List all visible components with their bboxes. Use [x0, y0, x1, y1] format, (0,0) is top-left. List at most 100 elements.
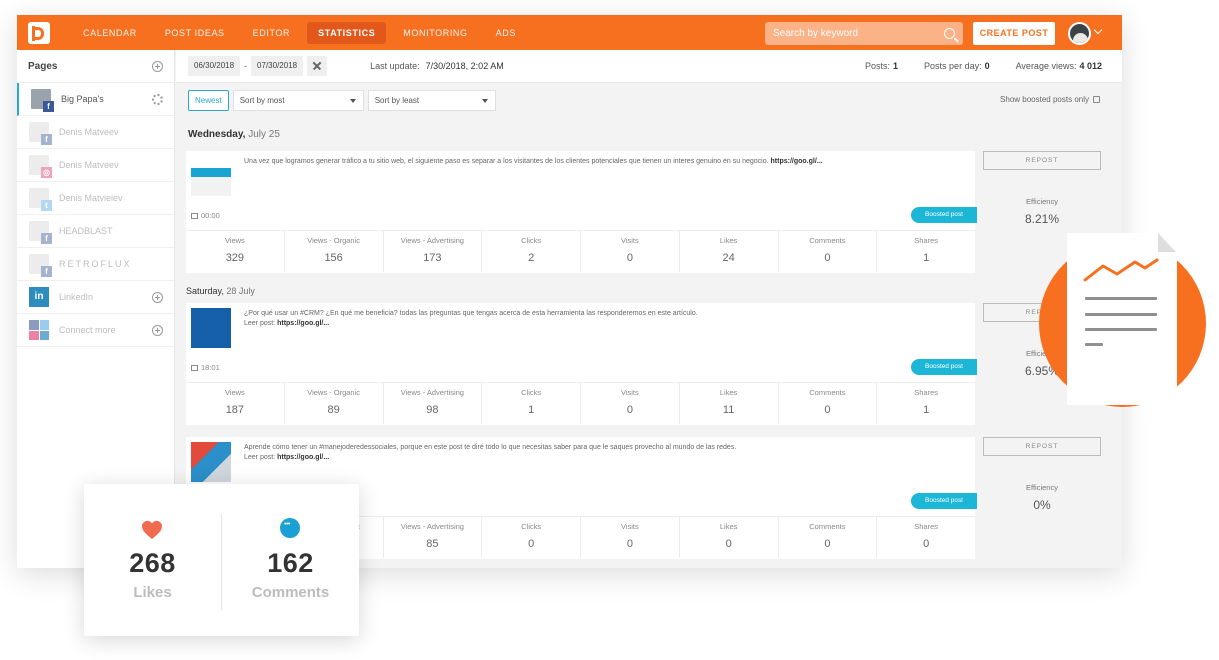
post-link[interactable]: https://goo.gl/... — [771, 158, 823, 165]
stat-value: 0 — [824, 538, 831, 550]
stat-clicks: Clicks 2 — [482, 231, 581, 272]
sidebar-item-big-papas[interactable]: f Big Papa's — [17, 83, 174, 116]
gear-icon — [152, 94, 163, 105]
caret-down-icon — [349, 98, 356, 103]
repost-button[interactable]: REPOST — [983, 437, 1101, 456]
nav-monitoring[interactable]: MONITORING — [392, 22, 478, 44]
engagement-summary-card: 268 Likes 162 Comments — [84, 484, 359, 636]
instagram-icon: ◎ — [41, 167, 52, 178]
post-text: ¿Por qué usar un #CRM? ¿En qué me benefi… — [244, 309, 944, 329]
report-line — [1085, 343, 1103, 346]
post-thumbnail[interactable] — [191, 308, 231, 348]
image-icon — [191, 212, 198, 219]
twitter-icon: t — [41, 200, 52, 211]
linkedin-icon: in — [29, 287, 49, 307]
nav-ads[interactable]: ADS — [485, 22, 527, 44]
stat-visits: Visits 0 — [581, 383, 680, 424]
efficiency-label: Efficiency — [1026, 197, 1058, 206]
stat-views-organic: Views - Organic 156 — [285, 231, 384, 272]
settings-button[interactable] — [152, 94, 163, 105]
sidebar-item-label: Denis Matvieiev — [59, 193, 123, 203]
comments-label: Comments — [251, 584, 330, 601]
date-to-field[interactable]: 07/30/2018 — [251, 56, 304, 76]
post-time: 18:01 — [191, 363, 220, 372]
stat-value: 11 — [722, 404, 735, 416]
stat-clicks: Clicks 0 — [482, 517, 581, 558]
day-header: Saturday, 28 July — [186, 286, 255, 296]
trend-line-icon — [1083, 258, 1159, 282]
nav-calendar[interactable]: CALENDAR — [72, 22, 148, 44]
page-avatar: t — [29, 188, 52, 211]
boosted-post-tag: Boosted post — [911, 207, 977, 223]
clear-dates-button[interactable] — [307, 56, 328, 76]
stat-value: 0 — [528, 538, 535, 550]
date-from-field[interactable]: 06/30/2018 — [188, 56, 241, 76]
report-line — [1085, 313, 1157, 316]
sidebar-item-denis-matveev-ig[interactable]: ◎ Denis Matveev — [17, 149, 174, 182]
sidebar-item-headblast[interactable]: f HEADBLAST — [17, 215, 174, 248]
newest-button[interactable]: Newest — [188, 89, 229, 111]
sidebar-item-denis-matveev-fb[interactable]: f Denis Matveev — [17, 116, 174, 149]
post-thumbnail[interactable] — [191, 156, 231, 196]
stat-clicks: Clicks 1 — [482, 383, 581, 424]
stat-comments: Comments 0 — [779, 517, 878, 558]
day-weekday: Saturday, — [186, 286, 224, 296]
repost-button[interactable]: REPOST — [983, 151, 1101, 170]
create-post-button[interactable]: CREATE POST — [973, 22, 1055, 45]
nav-statistics[interactable]: STATISTICS — [307, 21, 387, 44]
page-avatar: f — [29, 221, 52, 244]
search-icon[interactable] — [944, 28, 955, 39]
sidebar-item-linkedin[interactable]: in LinkedIn — [17, 281, 174, 314]
stat-label: Likes — [719, 522, 738, 531]
post-body: Aprende cómo tener un #manejoderedessoci… — [244, 444, 737, 451]
user-avatar[interactable] — [1068, 22, 1091, 45]
boosted-only-toggle[interactable]: Show boosted posts only — [1000, 95, 1100, 104]
heart-icon — [142, 520, 162, 540]
sidebar-item-label: Connect more — [59, 325, 116, 335]
post-side-panel: REPOST Efficiency 8.21% — [983, 151, 1101, 226]
stat-label: Views - Organic — [307, 236, 361, 245]
stat-value: 0 — [824, 404, 831, 416]
sidebar-item-retroflux[interactable]: f RETROFLUX — [17, 248, 174, 281]
post-body: ¿Por qué usar un #CRM? ¿En qué me benefi… — [244, 310, 698, 317]
stat-value: 0 — [824, 252, 831, 264]
stat-value: 0 — [626, 252, 633, 264]
day-header: Wednesday, July 25 — [188, 129, 280, 140]
chevron-down-icon[interactable] — [1093, 25, 1103, 35]
boosted-only-checkbox[interactable] — [1093, 96, 1100, 103]
sidebar-item-denis-matvieiev-tw[interactable]: t Denis Matvieiev — [17, 182, 174, 215]
post-link[interactable]: https://goo.gl/... — [277, 320, 329, 327]
average-views-value: 4 012 — [1079, 61, 1102, 71]
post-link[interactable]: https://goo.gl/... — [277, 454, 329, 461]
posts-label: Posts: — [865, 61, 891, 71]
sidebar-item-connect-more[interactable]: Connect more — [17, 314, 174, 347]
date-filter-bar: 06/30/2018 - 07/30/2018 Last update: 7/3… — [176, 50, 1122, 83]
average-views-label: Average views: — [1015, 61, 1077, 71]
post-stats: Views 187 Views - Organic 89 Views - Adver… — [186, 382, 975, 424]
stat-value: 1 — [923, 404, 930, 416]
connect-more-icon[interactable] — [152, 325, 163, 336]
facebook-icon: f — [43, 101, 54, 112]
facebook-icon: f — [41, 266, 52, 277]
posts-value: 1 — [893, 61, 899, 71]
app-logo[interactable] — [28, 21, 50, 44]
add-page-icon[interactable] — [152, 60, 163, 72]
stat-comments: Comments 0 — [779, 383, 878, 424]
page-avatar: f — [29, 122, 52, 145]
sort-bar: Newest Sort by most Sort by least Show b… — [176, 83, 1122, 117]
page-avatar: f — [31, 89, 54, 112]
facebook-icon: f — [41, 134, 52, 145]
posts-per-day-label: Posts per day: — [924, 61, 982, 71]
sort-by-least-select[interactable]: Sort by least — [367, 89, 496, 111]
efficiency-value: 0% — [1033, 498, 1051, 512]
search-input[interactable]: Search by keyword — [765, 22, 963, 45]
sidebar-item-label: Big Papa's — [61, 94, 104, 104]
likes-label: Likes — [133, 584, 172, 601]
sort-by-most-select[interactable]: Sort by most — [232, 89, 364, 111]
stat-label: Shares — [914, 388, 938, 397]
connect-linkedin-icon[interactable] — [152, 292, 163, 303]
stat-value: 329 — [225, 252, 245, 264]
nav-editor[interactable]: EDITOR — [242, 22, 301, 44]
post-thumbnail[interactable] — [191, 442, 231, 482]
nav-post-ideas[interactable]: POST IDEAS — [154, 22, 236, 44]
